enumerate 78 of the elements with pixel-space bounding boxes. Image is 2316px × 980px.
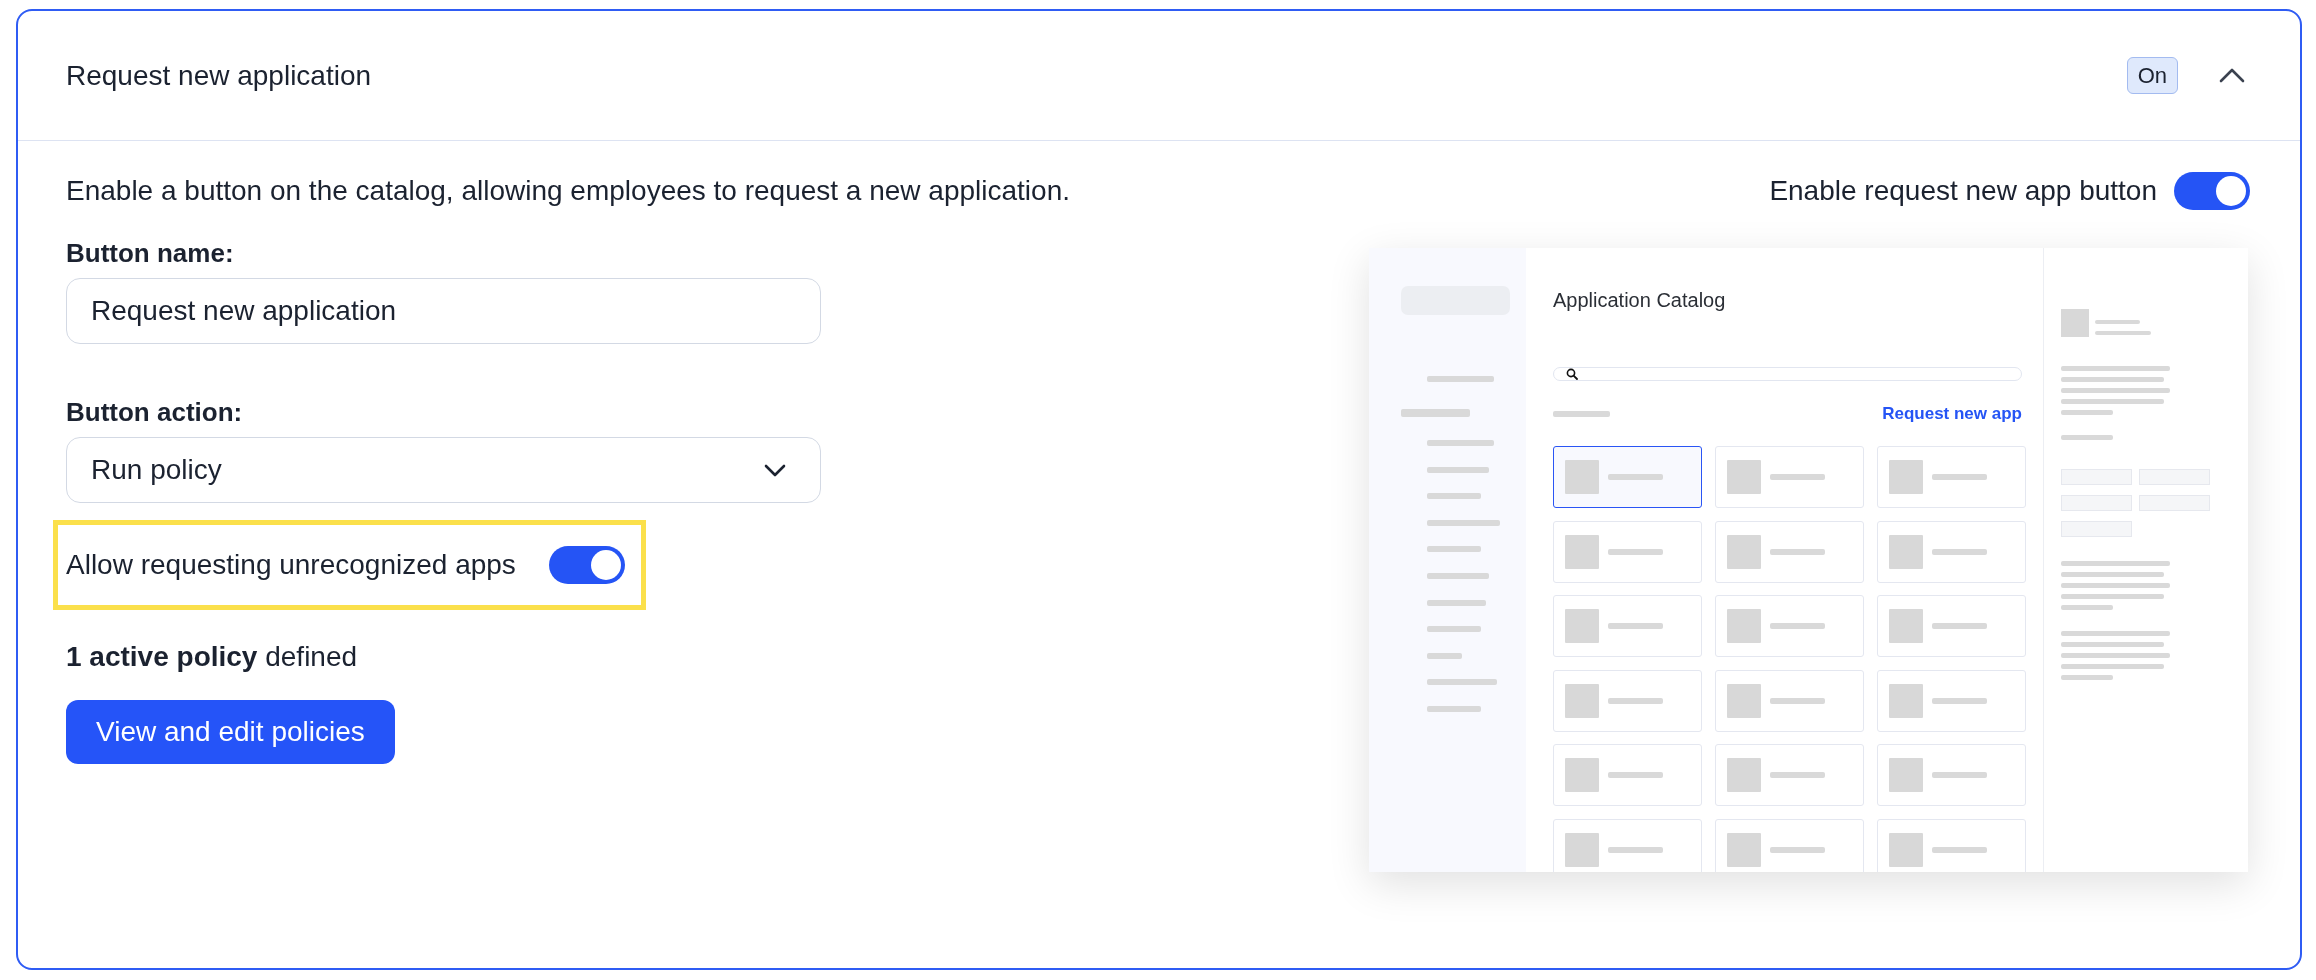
- text-input[interactable]: Request new application: [66, 278, 821, 344]
- placeholder-line: [1427, 652, 1462, 659]
- thumbnail-placeholder: [1727, 832, 1761, 867]
- view-policies-button[interactable]: View and edit policies: [66, 700, 395, 764]
- toggle-label: Allow requesting unrecognized apps: [66, 548, 516, 582]
- placeholder-line: [1608, 623, 1663, 629]
- placeholder-line: [1932, 846, 1987, 853]
- placeholder-line: [2095, 331, 2151, 335]
- chevron-up-icon[interactable]: [2219, 68, 2245, 83]
- thumbnail-placeholder: [1565, 534, 1599, 569]
- placeholder-line: [1932, 474, 1987, 480]
- thumbnail-placeholder: [1889, 758, 1923, 792]
- placeholder-line: [1932, 548, 1987, 555]
- placeholder-line: [2061, 435, 2113, 440]
- placeholder-line: [1770, 548, 1825, 555]
- placeholder-line: [1553, 411, 1610, 417]
- placeholder-line: [1427, 493, 1481, 500]
- placeholder-line: [1608, 846, 1663, 853]
- placeholder-chip: [2139, 495, 2210, 511]
- preview-title: Application Catalog: [1553, 288, 1726, 312]
- field-label: Button action:: [66, 396, 243, 429]
- search-icon: [1566, 368, 1578, 380]
- placeholder-line: [1770, 846, 1825, 853]
- placeholder-chip: [2061, 521, 2132, 537]
- thumbnail-placeholder: [1565, 758, 1599, 792]
- field-label: Button name:: [66, 237, 234, 270]
- placeholder-line: [1427, 572, 1489, 579]
- policy-summary: 1 active policy defined: [66, 640, 358, 674]
- thumbnail-placeholder: [1889, 832, 1923, 867]
- chevron-down-icon: [764, 463, 786, 477]
- placeholder-line: [1427, 705, 1481, 712]
- placeholder-chip: [2139, 469, 2210, 485]
- thumbnail-placeholder: [1889, 609, 1923, 643]
- placeholder-line: [1427, 440, 1494, 446]
- placeholder-line: [1427, 626, 1481, 633]
- placeholder-line: [2095, 320, 2140, 324]
- dropdown[interactable]: Run policy: [66, 437, 821, 503]
- placeholder-line: [1770, 623, 1825, 629]
- thumbnail-placeholder: [1565, 460, 1599, 494]
- thumbnail-placeholder: [1727, 609, 1761, 643]
- thumbnail-placeholder: [1727, 683, 1761, 718]
- placeholder-line: [1427, 376, 1494, 382]
- placeholder-line: [2061, 675, 2113, 680]
- toggle-switch[interactable]: [2174, 172, 2250, 210]
- placeholder-chip: [2061, 495, 2132, 511]
- placeholder-line: [1608, 548, 1663, 555]
- placeholder-line: [1608, 697, 1663, 704]
- thumbnail-placeholder: [1727, 758, 1761, 792]
- toggle-label: Enable request new app button: [1769, 174, 2157, 208]
- thumbnail-placeholder: [1889, 683, 1923, 718]
- toggle-switch[interactable]: [548, 546, 625, 584]
- placeholder-line: [1608, 474, 1663, 480]
- placeholder-line: [1427, 546, 1481, 553]
- thumbnail-placeholder: [1565, 832, 1599, 867]
- thumbnail-placeholder: [2061, 309, 2089, 337]
- section-title: Request new application: [66, 58, 372, 93]
- placeholder-line: [1932, 697, 1987, 704]
- placeholder-line: [1770, 474, 1825, 480]
- placeholder-line: [1932, 772, 1987, 778]
- thumbnail-placeholder: [1889, 460, 1923, 494]
- description-text: Enable a button on the catalog, allowing employees to request a new application.: [66, 174, 1070, 208]
- placeholder-chip: [2061, 469, 2132, 485]
- placeholder-line: [1770, 697, 1825, 704]
- thumbnail-placeholder: [1889, 534, 1923, 569]
- placeholder-line: [1427, 679, 1497, 686]
- request-new-app-text: Request new app: [1882, 403, 2022, 425]
- thumbnail-placeholder: [1565, 609, 1599, 643]
- placeholder-line: [1608, 772, 1663, 778]
- placeholder-line: [2061, 605, 2113, 610]
- placeholder-line: [1427, 599, 1486, 606]
- thumbnail-placeholder: [1727, 534, 1761, 569]
- status-badge: On: [2126, 57, 2178, 94]
- placeholder-line: [1932, 623, 1987, 629]
- thumbnail-placeholder: [1565, 683, 1599, 718]
- placeholder-line: [1770, 772, 1825, 778]
- placeholder-line: [1427, 466, 1489, 473]
- thumbnail-placeholder: [1727, 460, 1761, 494]
- placeholder-line: [2061, 410, 2113, 415]
